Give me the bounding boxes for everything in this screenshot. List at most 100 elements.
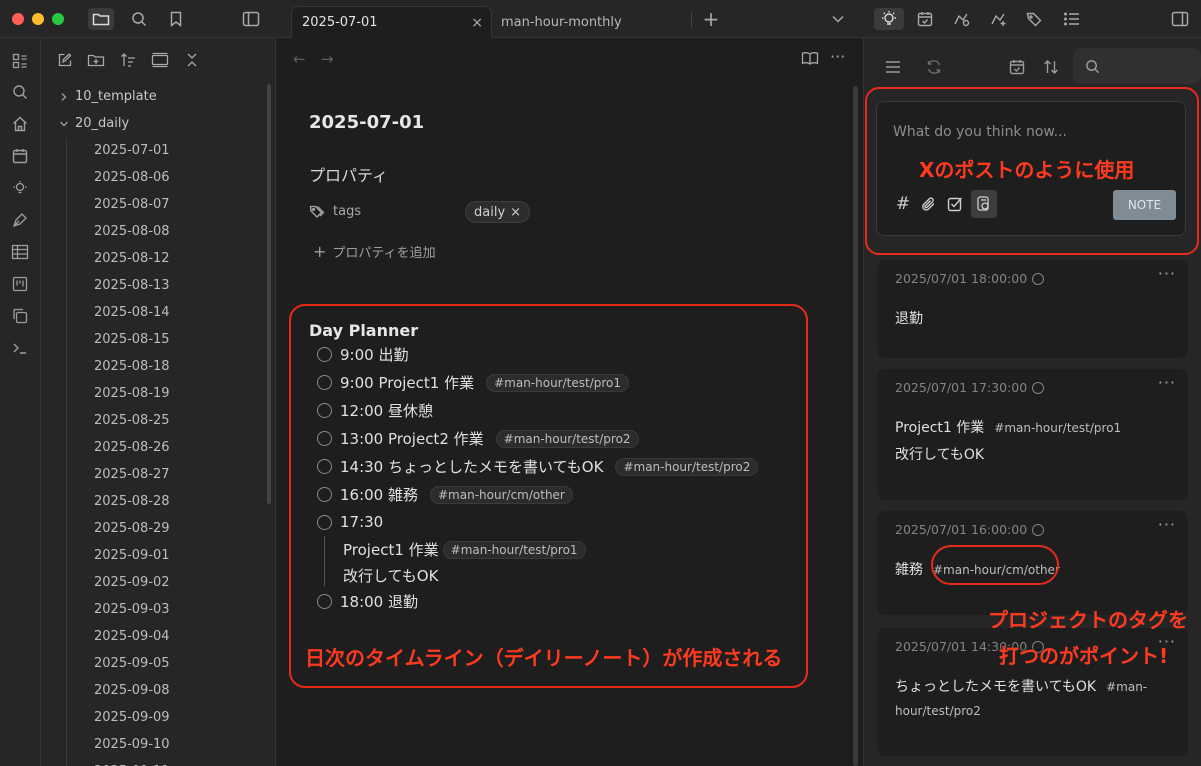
file-item[interactable]: 2025-09-02 — [94, 575, 170, 590]
file-item[interactable]: 2025-08-14 — [94, 305, 170, 320]
folder-20-daily[interactable]: 20_daily — [59, 116, 129, 131]
add-property-button[interactable]: + プロパティを追加 — [313, 242, 436, 261]
tag-chip[interactable]: #man-hour/test/pro1 — [486, 373, 630, 392]
editor-scrollbar[interactable] — [853, 86, 858, 766]
right-sidebar-toggle-icon[interactable] — [1167, 8, 1193, 30]
file-item[interactable]: 2025-08-19 — [94, 386, 170, 401]
tab-man-hour-monthly[interactable]: man-hour-monthly — [491, 6, 691, 38]
memo-card[interactable]: 2025/07/01 18:00:00 ··· 退勤 — [877, 260, 1188, 358]
task-checkbox[interactable] — [317, 514, 332, 530]
sort-order-icon[interactable] — [1039, 56, 1063, 78]
file-item[interactable]: 2025-08-15 — [94, 332, 170, 347]
hashtag-icon[interactable]: # — [893, 193, 913, 215]
bookmark-icon[interactable] — [163, 8, 189, 30]
file-item[interactable]: 2025-09-08 — [94, 683, 170, 698]
file-item[interactable]: 2025-09-09 — [94, 710, 170, 725]
kanban-icon[interactable] — [8, 273, 32, 295]
task-checkbox[interactable] — [317, 403, 332, 418]
task-checkbox[interactable] — [317, 487, 332, 502]
search-icon[interactable] — [126, 8, 152, 30]
more-options-icon[interactable]: ··· — [1158, 373, 1176, 392]
paperclip-icon[interactable] — [919, 193, 939, 215]
tab-close-icon[interactable]: × — [471, 15, 483, 31]
file-item[interactable]: 2025-08-06 — [94, 170, 170, 185]
close-window-button[interactable] — [12, 13, 24, 25]
file-item[interactable]: 2025-08-12 — [94, 251, 170, 266]
memos-plugin-icon[interactable] — [948, 8, 974, 30]
tag-chip[interactable]: #man-hour/test/pro2 — [615, 457, 759, 476]
file-item[interactable]: 2025-08-26 — [94, 440, 170, 455]
copy-icon[interactable] — [8, 305, 32, 327]
back-arrow-icon[interactable]: ← — [293, 50, 306, 68]
tag-chip[interactable]: #man-hour/test/pro2 — [495, 429, 639, 448]
task-checkbox[interactable] — [317, 431, 332, 446]
menu-icon[interactable] — [881, 56, 905, 78]
file-item[interactable]: 2025-08-28 — [94, 494, 170, 509]
tags-icon[interactable] — [1022, 8, 1048, 30]
table-icon[interactable] — [8, 241, 32, 263]
memos-add-icon[interactable] — [985, 8, 1011, 30]
search-icon[interactable] — [8, 81, 32, 103]
memo-card[interactable]: 2025/07/01 17:30:00 ··· Project1 作業 #man-ho… — [877, 369, 1188, 500]
tag-chip[interactable]: #man-hour/test/pro1 — [442, 540, 586, 559]
memo-composer[interactable]: What do you think now... Xのポストのように使用 # N… — [876, 101, 1186, 236]
dashboard-icon[interactable] — [8, 50, 32, 72]
file-item[interactable]: 2025-08-18 — [94, 359, 170, 374]
file-item[interactable]: 2025-09-10 — [94, 737, 170, 752]
chevron-down-icon[interactable] — [825, 8, 851, 30]
sync-icon[interactable] — [922, 56, 946, 78]
task-checkbox[interactable] — [317, 347, 332, 362]
calendar-check-icon[interactable] — [1005, 56, 1029, 78]
pen-icon[interactable] — [8, 209, 32, 231]
tab-2025-07-01[interactable]: 2025-07-01 × — [291, 6, 492, 38]
reading-view-icon[interactable] — [801, 51, 819, 65]
checkbox-icon[interactable] — [945, 193, 965, 215]
calendar-icon[interactable] — [8, 145, 32, 167]
folder-10-template[interactable]: 10_template — [59, 89, 157, 104]
new-note-icon[interactable] — [54, 50, 76, 70]
home-icon[interactable] — [8, 113, 32, 135]
collapse-view-icon[interactable] — [149, 50, 171, 70]
file-item[interactable]: 2025-09-05 — [94, 656, 170, 671]
list-icon[interactable] — [1059, 8, 1085, 30]
new-folder-icon[interactable] — [85, 50, 107, 70]
new-tab-button[interactable]: + — [698, 7, 724, 31]
remove-tag-icon[interactable]: × — [510, 205, 521, 220]
memo-card[interactable]: 2025/07/01 16:00:00 ··· 雑務 #man-hour/cm/oth… — [877, 511, 1188, 615]
file-item[interactable]: 2025-08-08 — [94, 224, 170, 239]
forward-arrow-icon[interactable]: → — [321, 50, 334, 68]
memo-tag[interactable]: #man- — [1106, 680, 1147, 694]
terminal-icon[interactable] — [8, 337, 32, 359]
tag-chip[interactable]: #man-hour/cm/other — [430, 485, 573, 504]
minimize-window-button[interactable] — [32, 13, 44, 25]
memo-tag[interactable]: #man-hour/test/pro1 — [994, 421, 1121, 435]
memos-search-input[interactable] — [1073, 48, 1201, 84]
property-tags-key[interactable]: tags — [309, 204, 361, 219]
more-options-icon[interactable]: ··· — [1158, 264, 1176, 283]
memo-placeholder[interactable]: What do you think now... — [893, 124, 1067, 140]
file-item[interactable]: 2025-08-13 — [94, 278, 170, 293]
tag-pill-daily[interactable]: daily × — [465, 201, 531, 223]
zoom-window-button[interactable] — [52, 13, 64, 25]
file-item[interactable]: 2025-09-01 — [94, 548, 170, 563]
calendar-check-icon[interactable] — [912, 8, 938, 30]
sidebar-toggle-icon[interactable] — [238, 8, 264, 30]
note-title[interactable]: 2025-07-01 — [309, 112, 424, 133]
task-checkbox[interactable] — [317, 594, 332, 609]
explorer-scrollbar[interactable] — [267, 84, 271, 504]
task-checkbox[interactable] — [317, 375, 332, 390]
note-submit-button[interactable]: NOTE — [1113, 190, 1176, 220]
lightbulb-icon[interactable] — [8, 177, 32, 199]
file-item[interactable]: 2025-08-07 — [94, 197, 170, 212]
more-options-icon[interactable]: ··· — [830, 47, 845, 66]
file-item[interactable]: 2025-08-29 — [94, 521, 170, 536]
file-item[interactable]: 2025-09-04 — [94, 629, 170, 644]
file-item[interactable]: 2025-09-03 — [94, 602, 170, 617]
collapse-all-icon[interactable] — [181, 50, 203, 70]
memo-link-icon[interactable] — [971, 190, 997, 218]
task-checkbox[interactable] — [317, 459, 332, 474]
lightbulb-icon[interactable] — [874, 8, 904, 30]
more-options-icon[interactable]: ··· — [1158, 515, 1176, 534]
file-item[interactable]: 2025-08-27 — [94, 467, 170, 482]
file-item[interactable]: 2025-08-25 — [94, 413, 170, 428]
